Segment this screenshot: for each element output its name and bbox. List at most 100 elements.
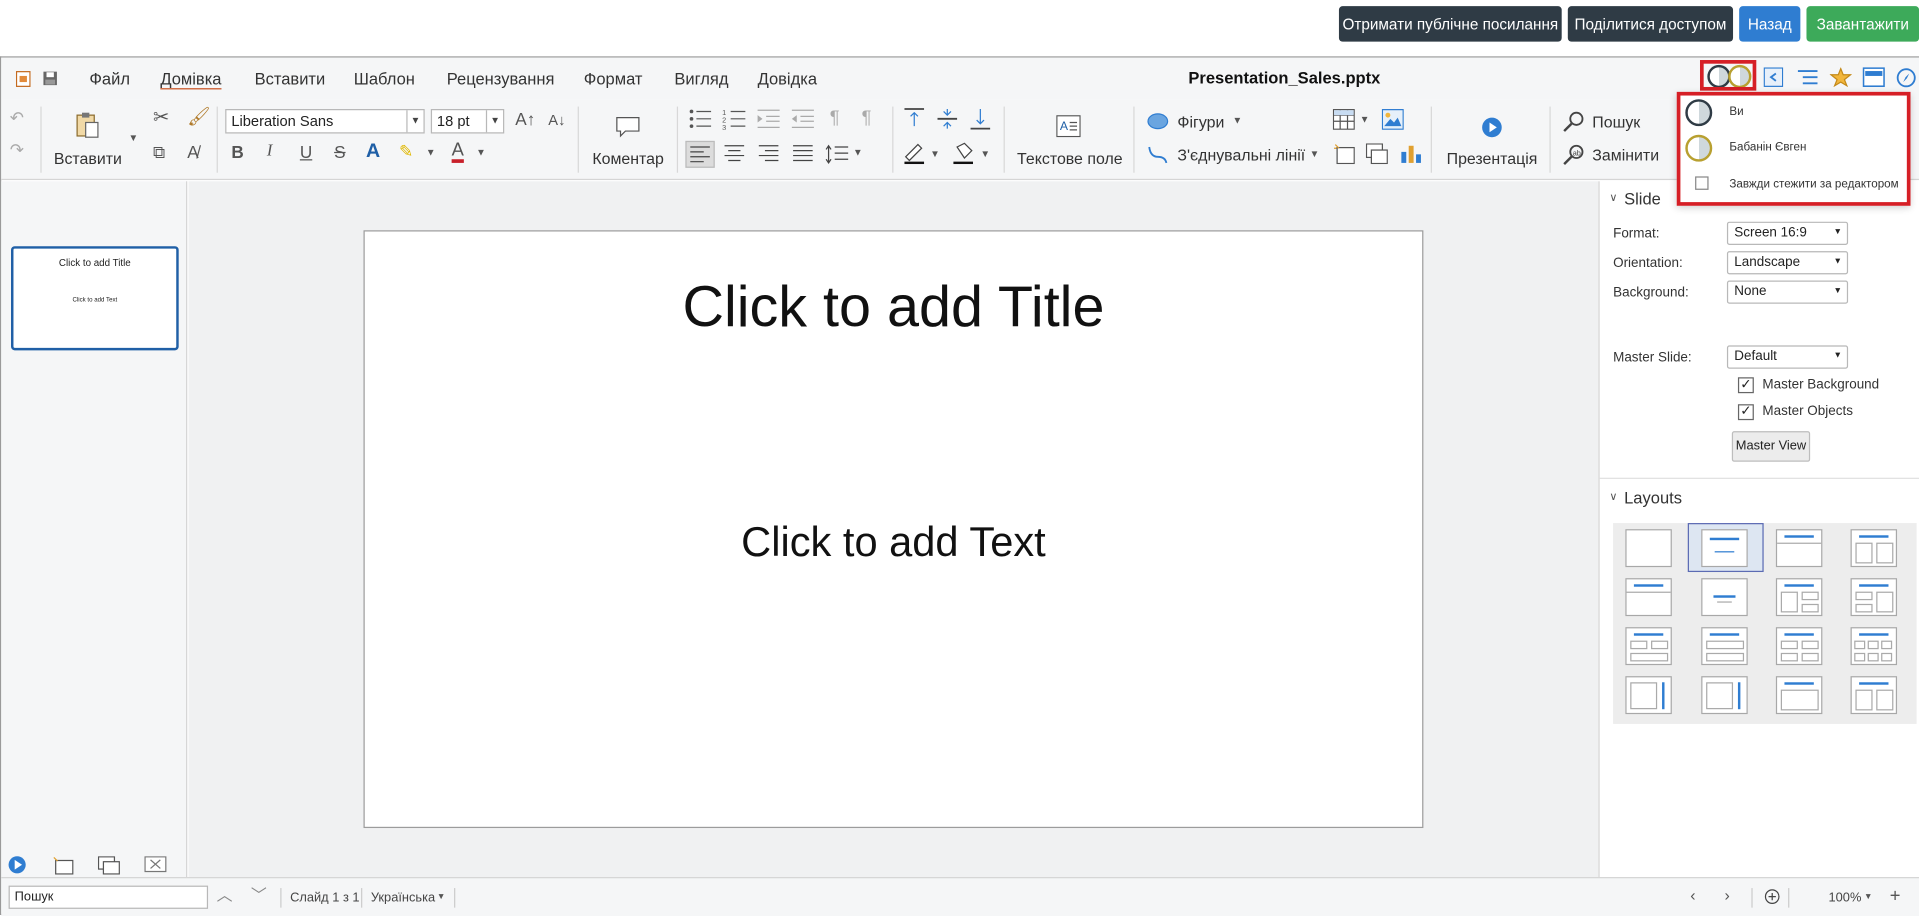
menu-format[interactable]: Формат [584,70,643,88]
connector-icon[interactable] [1147,145,1169,165]
replace-label[interactable]: Замінити [1592,146,1659,164]
font-color-icon[interactable]: A [451,141,464,163]
zoom-in-icon[interactable]: + [1890,887,1901,905]
font-color-dropdown-arrow-icon[interactable]: ▼ [476,148,486,158]
fill-color-dropdown-arrow-icon[interactable]: ▼ [980,149,990,159]
connectors-label[interactable]: З'єднувальні лінії [1177,146,1305,164]
decrease-indent-icon[interactable] [791,108,815,130]
zoom-fit-icon[interactable] [1764,888,1781,905]
navigator-compass-icon[interactable] [1896,67,1917,88]
new-slide-icon[interactable] [51,856,74,875]
search-input[interactable]: Пошук [8,885,209,909]
background-select[interactable]: None ▼ [1726,280,1849,304]
slide-text-placeholder[interactable]: Click to add Text [365,519,1422,567]
master-view-button[interactable]: Master View [1731,431,1811,462]
delete-slide-icon[interactable] [144,856,167,874]
paragraph-ltr-icon[interactable]: ¶ [830,109,840,127]
line-style-icon[interactable] [903,142,925,165]
layout-title-content-two[interactable] [1775,578,1823,617]
numbered-list-icon[interactable]: 123 [722,108,746,130]
new-slide-icon[interactable] [1333,143,1355,165]
layout-blank[interactable] [1625,529,1672,568]
layout-title-line[interactable] [1625,578,1672,617]
align-justify-icon[interactable] [792,145,814,165]
start-slideshow-icon[interactable] [7,855,27,875]
orientation-select[interactable]: Landscape ▼ [1726,251,1849,275]
layout-centered-text[interactable] [1701,578,1748,617]
menu-template[interactable]: Шаблон [354,70,415,88]
find-label[interactable]: Пошук [1592,113,1640,131]
menu-file[interactable]: Файл [89,70,130,88]
bullet-list-icon[interactable] [688,108,712,130]
other-user-item[interactable]: Бабанін Євген [1729,141,1806,154]
align-right-icon[interactable] [758,145,780,165]
align-center-icon[interactable] [723,145,745,165]
outline-icon[interactable] [1797,69,1819,86]
chart-icon[interactable] [1400,142,1422,164]
paste-icon[interactable] [75,111,99,138]
bold-icon[interactable]: B [231,143,243,160]
start-presentation-icon[interactable] [1481,116,1503,138]
layout-title-only[interactable] [1775,529,1823,568]
search-prev-icon[interactable]: ︿ [217,887,233,903]
follow-editor-label[interactable]: Завжди стежити за редактором [1729,178,1898,191]
duplicate-slide-icon[interactable] [97,856,120,875]
menu-review[interactable]: Рецензування [447,70,555,88]
redo-icon[interactable]: ↷ [10,141,24,158]
connectors-dropdown-arrow-icon[interactable]: ▼ [1310,149,1320,159]
highlight-dropdown-arrow-icon[interactable]: ▼ [426,148,436,158]
slide[interactable]: Click to add Title Click to add Text [363,230,1424,829]
effects-star-icon[interactable] [1829,67,1852,87]
chevron-down-icon[interactable]: ▼ [437,893,445,902]
master-background-checkbox[interactable]: ✓ [1737,377,1754,394]
menu-home[interactable]: Домівка [160,70,221,88]
paste-label[interactable]: Вставити [54,149,122,167]
chevron-down-icon[interactable]: ∨ [1609,490,1617,503]
fill-color-icon[interactable] [952,142,976,165]
shapes-ellipse-icon[interactable] [1147,113,1169,130]
duplicate-slide-icon[interactable] [1365,143,1388,165]
text-box-label[interactable]: Текстове поле [1017,149,1123,167]
text-box-icon[interactable]: A [1056,115,1081,138]
layout-title-vertical-two[interactable] [1850,676,1898,715]
layout-title-content[interactable] [1701,529,1748,568]
follow-editor-checkbox[interactable] [1695,176,1709,190]
slide-title-placeholder[interactable]: Click to add Title [365,272,1422,339]
layout-title-four-content[interactable] [1775,627,1823,666]
shapes-label[interactable]: Фігури [1177,113,1224,131]
menu-view[interactable]: Вигляд [674,70,728,88]
align-middle-icon[interactable] [936,108,958,130]
previous-slide-icon[interactable]: ‹ [1690,887,1695,903]
layout-title-stacked[interactable] [1701,627,1748,666]
underline-icon[interactable]: U [300,143,312,160]
table-icon[interactable] [1332,109,1355,130]
font-name-select[interactable]: Liberation Sans ▼ [225,109,425,134]
table-dropdown-arrow-icon[interactable]: ▼ [1360,115,1370,125]
layout-vertical-title-text[interactable] [1625,676,1672,715]
layout-title-vertical-text[interactable] [1775,676,1823,715]
search-next-icon[interactable]: ﹀ [251,887,267,903]
increase-indent-icon[interactable] [756,108,780,130]
search-icon[interactable] [1563,110,1585,132]
replace-icon[interactable]: ab [1563,143,1585,166]
paragraph-rtl-icon[interactable]: ¶ [862,109,872,127]
highlight-icon[interactable]: ✎ [399,142,413,159]
document-icon[interactable] [15,71,31,87]
next-slide-icon[interactable]: › [1724,887,1729,903]
menu-insert[interactable]: Вставити [255,70,326,88]
layout-title-two-content[interactable] [1850,578,1898,617]
menu-help[interactable]: Довідка [758,70,817,88]
align-left-button[interactable] [685,140,715,168]
layout-title-content-over[interactable] [1625,627,1672,666]
italic-icon[interactable]: I [267,143,273,160]
master-objects-checkbox[interactable]: ✓ [1737,404,1754,421]
master-slide-select[interactable]: Default ▼ [1726,345,1849,369]
text-shadow-icon[interactable]: A [366,141,380,162]
format-select[interactable]: Screen 16:9 ▼ [1726,221,1849,245]
copy-icon[interactable]: ⧉ [153,143,165,160]
zoom-level[interactable]: 100% [1829,891,1862,906]
comment-label[interactable]: Коментар [592,149,664,167]
strikethrough-icon[interactable]: S [334,143,345,160]
clear-format-icon[interactable]: A̸ [187,143,198,160]
align-top-icon[interactable] [903,108,925,130]
